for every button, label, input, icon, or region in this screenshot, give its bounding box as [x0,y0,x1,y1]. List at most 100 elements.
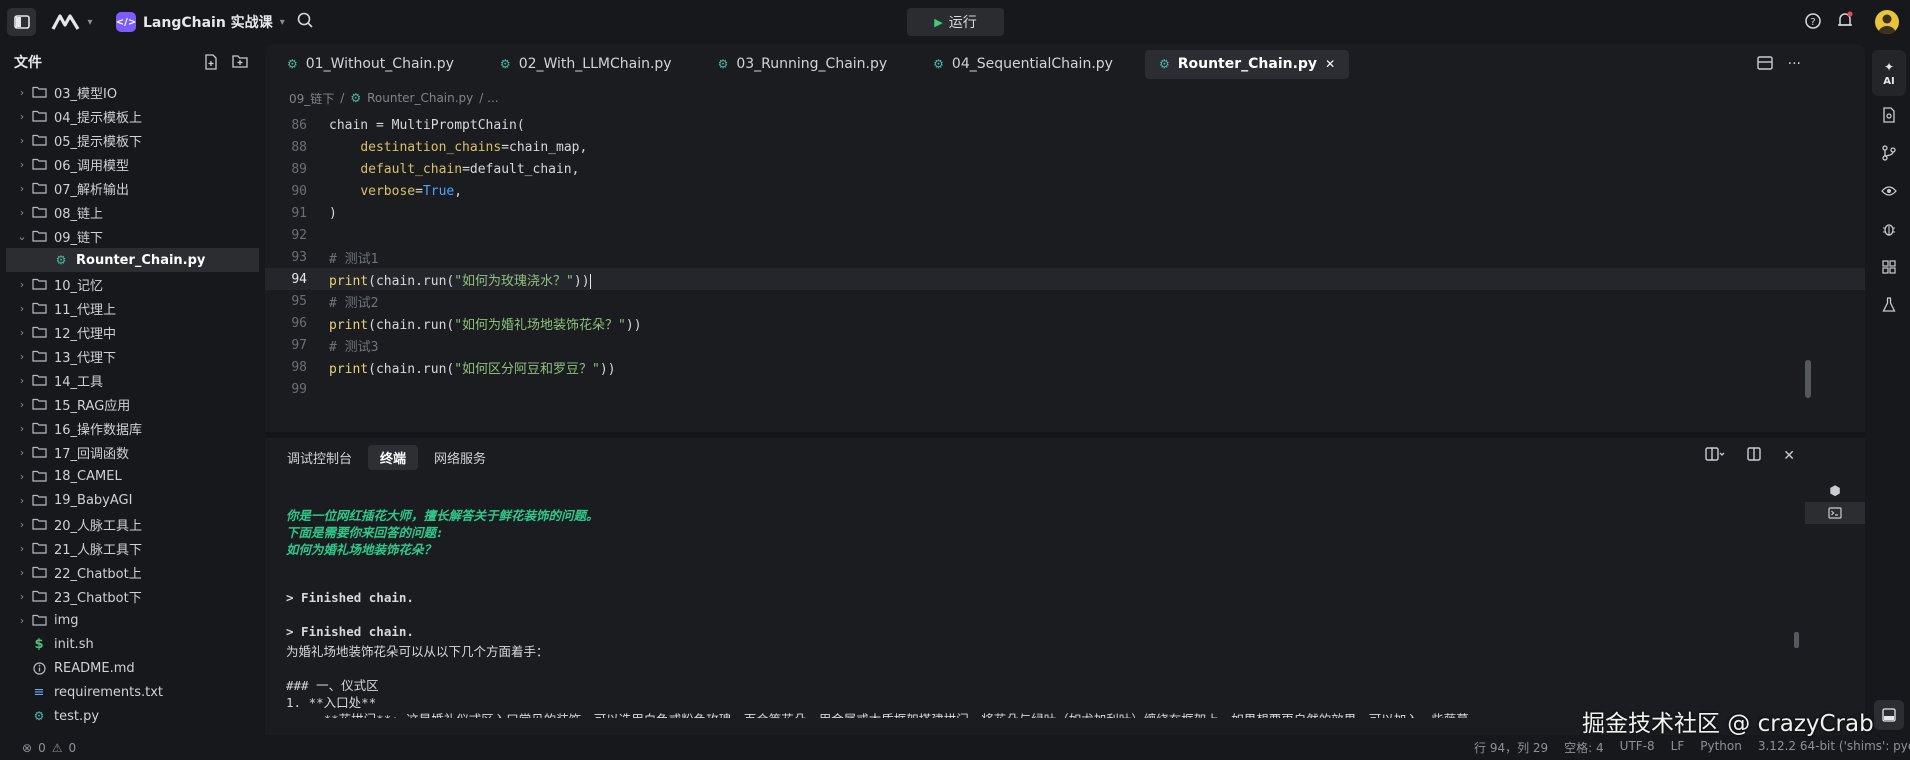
tree-item[interactable]: $ init.sh [0,632,265,656]
tree-item[interactable]: › 08_链上 [0,200,265,224]
tree-item[interactable]: › 05_提示模板下 [0,128,265,152]
editor-tab[interactable]: ⚙ 03_Running_Chain.py [704,50,902,79]
code-line[interactable]: 88 destination_chains=chain_map, [265,136,1865,158]
split-editor-button[interactable] [1757,56,1773,74]
activity-files-button[interactable] [1868,96,1910,134]
run-button[interactable]: ▶ 运行 [907,8,1004,36]
chat-panel-button[interactable] [1874,700,1904,730]
activity-extensions-button[interactable] [1868,248,1910,286]
notifications-button[interactable] [1836,11,1856,33]
python-interpreter[interactable]: 3.12.2 64-bit ('shims': pyenv) [1758,739,1910,756]
terminal-scrollbar[interactable] [1794,632,1799,648]
editor-tab-label: 01_Without_Chain.py [305,56,454,72]
code-line[interactable]: 97 # 测试3 [265,334,1865,356]
code-line[interactable]: 95 # 测试2 [265,290,1865,312]
chevron-down-icon: ▾ [279,16,285,28]
code-line[interactable]: 86 chain = MultiPromptChain( [265,114,1865,136]
code-token: "如何为玫瑰浇水？" [454,273,574,289]
code-line[interactable]: 92 [265,224,1865,246]
tree-item[interactable]: README.md [0,656,265,680]
tree-item[interactable]: › 04_提示模板上 [0,104,265,128]
editor-tab[interactable]: ⚙ 02_With_LLMChain.py [486,50,686,79]
breadcrumb-tail[interactable]: / ... [479,91,498,105]
tree-item[interactable]: › 16_操作数据库 [0,416,265,440]
close-panel-button[interactable]: ✕ [1783,448,1795,464]
terminal-instance-1[interactable]: ⬢ [1805,480,1865,502]
project-selector[interactable]: </> LangChain 实战课 ▾ [116,9,285,35]
chevron-right-icon: › [19,325,25,339]
editor-tab[interactable]: ⚙ 01_Without_Chain.py [273,50,468,79]
folder-icon [30,422,48,434]
folder-icon [30,566,48,578]
tree-item[interactable]: › 23_Chatbot下 [0,584,265,608]
tree-item[interactable]: › 03_模型IO [0,80,265,104]
code-line[interactable]: 91) [265,202,1865,224]
tree-item[interactable]: › 21_人脉工具下 [0,536,265,560]
cursor-position[interactable]: 行 94，列 29 [1474,739,1548,756]
panel-tab[interactable]: 终端 [368,444,419,470]
editor-tab[interactable]: ⚙ 04_SequentialChain.py [919,50,1127,79]
breadcrumb-folder[interactable]: 09_链下 [289,90,334,107]
encoding[interactable]: UTF-8 [1620,739,1655,756]
code-token: print [329,317,369,333]
ai-assistant-button[interactable]: ✦ AI [1872,50,1906,96]
tree-item[interactable]: › 13_代理下 [0,344,265,368]
help-button[interactable]: ? [1804,12,1824,32]
tree-item[interactable]: › 18_CAMEL [0,464,265,488]
tree-item-label: requirements.txt [54,684,164,700]
sidebar-toggle-button[interactable] [7,8,36,36]
breadcrumb-file[interactable]: Rounter_Chain.py [367,91,473,105]
code-line[interactable]: 90 verbose=True, [265,180,1865,202]
split-terminal-button[interactable] [1705,447,1725,465]
code-line[interactable]: 93 # 测试1 [265,246,1865,268]
code-token: # 测试2 [329,295,379,311]
tree-item[interactable]: › 07_解析输出 [0,176,265,200]
tree-item[interactable]: ≡ requirements.txt [0,680,265,704]
language-mode[interactable]: Python [1700,739,1742,756]
tree-item[interactable]: › img [0,608,265,632]
terminal-instance-2[interactable] [1805,502,1865,524]
tree-item[interactable]: › 10_记忆 [0,272,265,296]
problems-indicator[interactable]: ⊗ 0 ⚠ 0 [22,741,76,755]
tree-item[interactable]: › 06_调用模型 [0,152,265,176]
code-line[interactable]: 89 default_chain=default_chain, [265,158,1865,180]
code-line[interactable]: 99 [265,378,1865,400]
app-logo-menu[interactable]: ▾ [46,10,98,34]
tree-item[interactable]: ⚙ test.py [0,704,265,728]
tree-item[interactable]: › 15_RAG应用 [0,392,265,416]
error-icon: ⊗ [22,740,33,755]
tree-item[interactable]: › 20_人脉工具上 [0,512,265,536]
tree-item[interactable]: › 12_代理中 [0,320,265,344]
line-ending[interactable]: LF [1671,739,1685,756]
new-folder-button[interactable] [232,54,248,70]
tree-item[interactable]: › 17_回调函数 [0,440,265,464]
editor-scrollbar[interactable] [1805,360,1811,398]
layout-button[interactable] [1747,447,1761,465]
panel-tab[interactable]: 调试控制台 [275,445,364,470]
user-avatar[interactable] [1875,10,1899,34]
code-area[interactable]: 86 chain = MultiPromptChain(88 destinatio… [265,114,1865,432]
tree-item[interactable]: ⚙ Rounter_Chain.py [6,248,259,272]
tree-item[interactable]: › 14_工具 [0,368,265,392]
search-button[interactable] [296,11,318,33]
close-tab-icon[interactable]: ✕ [1325,57,1335,71]
activity-preview-button[interactable] [1868,172,1910,210]
code-line[interactable]: 94 print(chain.run("如何为玫瑰浇水？")) [265,268,1865,290]
tree-item[interactable]: › 22_Chatbot上 [0,560,265,584]
code-line[interactable]: 96 print(chain.run("如何为婚礼场地装饰花朵？")) [265,312,1865,334]
line-number: 97 [291,337,307,353]
indentation[interactable]: 空格: 4 [1564,739,1604,756]
activity-git-button[interactable] [1868,134,1910,172]
activity-testing-button[interactable] [1868,286,1910,324]
tree-item[interactable]: › 19_BabyAGI [0,488,265,512]
code-line[interactable]: 98 print(chain.run("如何区分阿豆和罗豆？")) [265,356,1865,378]
activity-debug-button[interactable] [1868,210,1910,248]
tree-item[interactable]: › 11_代理上 [0,296,265,320]
panel-tab[interactable]: 网络服务 [422,445,498,470]
more-actions-button[interactable]: ··· [1788,56,1801,72]
tree-item[interactable]: ⌄ 09_链下 [0,224,265,248]
editor-tab[interactable]: ⚙ Rounter_Chain.py ✕ [1144,49,1350,79]
new-file-button[interactable] [204,54,220,70]
terminal-output[interactable]: 你是一位网红插花大师，擅长解答关于鲜花装饰的问题。 下面是需要你来回答的问题: 如何… [286,488,1806,718]
